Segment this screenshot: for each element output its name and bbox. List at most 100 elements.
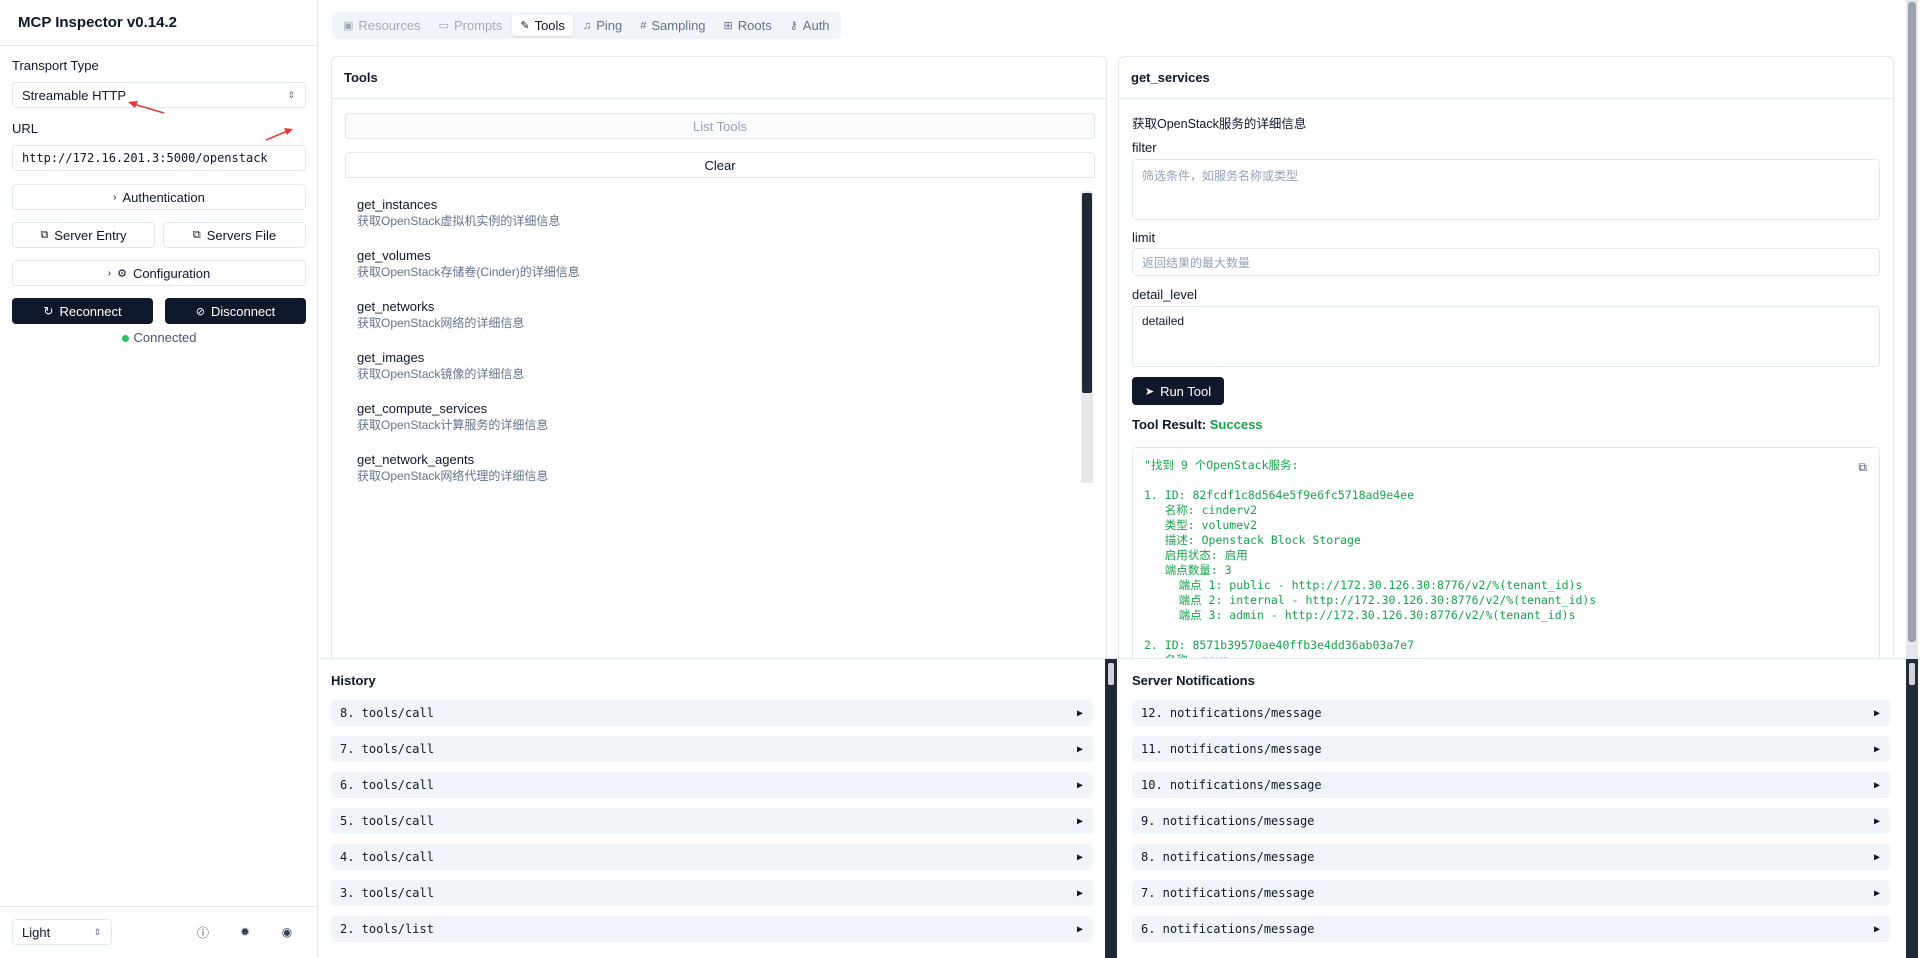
configuration-label: Configuration bbox=[132, 265, 211, 281]
url-label: URL bbox=[12, 121, 39, 136]
chevron-right-icon: › bbox=[107, 267, 112, 279]
detail-level-textarea[interactable]: detailed bbox=[1132, 306, 1880, 367]
authentication-toggle[interactable]: › Authentication bbox=[12, 184, 306, 210]
tool-result-label: Tool Result: bbox=[1132, 417, 1207, 432]
resources-icon: ▣ bbox=[343, 20, 354, 32]
detail-level-label: detail_level bbox=[1132, 287, 1198, 302]
tab-label: Ping bbox=[596, 18, 623, 33]
tab-prompts[interactable]: ▭ Prompts bbox=[431, 15, 511, 36]
tab-label: Resources bbox=[358, 18, 421, 33]
history-item[interactable]: 3. tools/call ▶ bbox=[331, 880, 1093, 906]
tab-roots[interactable]: ⊞ Roots bbox=[716, 15, 780, 36]
prompts-icon: ▭ bbox=[438, 20, 449, 32]
notifications-scrollbar[interactable] bbox=[1906, 659, 1918, 958]
divider-handle[interactable] bbox=[1108, 663, 1114, 685]
server-entry-button[interactable]: ⧉ Server Entry bbox=[12, 222, 155, 248]
help-icon[interactable]: ⓘ bbox=[194, 923, 212, 941]
scrollbar-thumb[interactable] bbox=[1908, 2, 1916, 642]
tool-result-output: "找到 9 个OpenStack服务: 1. ID: 82fcdf1c8d564… bbox=[1132, 447, 1880, 665]
notification-item[interactable]: 12. notifications/message ▶ bbox=[1132, 700, 1890, 726]
tool-name: get_networks bbox=[357, 299, 435, 314]
list-tools-button[interactable]: List Tools bbox=[345, 113, 1095, 139]
expand-arrow-icon: ▶ bbox=[1873, 707, 1880, 719]
gear-icon: ⚙ bbox=[117, 267, 127, 280]
tool-name: get_compute_services bbox=[357, 401, 488, 416]
transport-type-label: Transport Type bbox=[12, 58, 99, 73]
reconnect-label: Reconnect bbox=[59, 303, 122, 319]
run-tool-button[interactable]: ➤ Run Tool bbox=[1132, 377, 1224, 405]
notification-item[interactable]: 11. notifications/message ▶ bbox=[1132, 736, 1890, 762]
history-item[interactable]: 7. tools/call ▶ bbox=[331, 736, 1093, 762]
github-icon[interactable]: ◉ bbox=[278, 923, 296, 941]
tools-icon: ✎ bbox=[520, 20, 530, 32]
tool-list-scrollbar[interactable] bbox=[1081, 191, 1093, 483]
tool-list-item[interactable]: get_network_agents 获取OpenStack网络代理的详细信息 bbox=[345, 446, 1095, 483]
history-item[interactable]: 6. tools/call ▶ bbox=[331, 772, 1093, 798]
filter-placeholder: 筛选条件，如服务名称或类型 bbox=[1142, 169, 1299, 183]
panel-resize-divider[interactable] bbox=[1105, 659, 1117, 958]
history-item[interactable]: 2. tools/list ▶ bbox=[331, 916, 1093, 942]
bug-icon[interactable]: ✹ bbox=[236, 923, 254, 941]
tools-panel-title: Tools bbox=[332, 57, 1106, 99]
expand-arrow-icon: ▶ bbox=[1076, 923, 1083, 935]
tab-sampling[interactable]: # Sampling bbox=[632, 15, 713, 36]
row-label: 6. notifications/message bbox=[1141, 922, 1315, 936]
url-input[interactable]: http://172.16.201.3:5000/openstack bbox=[12, 145, 306, 171]
row-label: 3. tools/call bbox=[340, 886, 434, 900]
tool-list-item[interactable]: get_images 获取OpenStack镜像的详细信息 bbox=[345, 344, 1095, 395]
row-label: 8. notifications/message bbox=[1141, 850, 1315, 864]
copy-icon[interactable]: ⧉ bbox=[1858, 460, 1867, 475]
detail-level-value: detailed bbox=[1142, 314, 1185, 328]
history-title: History bbox=[331, 673, 376, 688]
send-icon: ➤ bbox=[1144, 385, 1155, 398]
notification-item[interactable]: 10. notifications/message ▶ bbox=[1132, 772, 1890, 798]
tool-list-item[interactable]: get_volumes 获取OpenStack存储卷(Cinder)的详细信息 bbox=[345, 242, 1095, 293]
tab-resources[interactable]: ▣ Resources bbox=[335, 15, 429, 36]
history-item[interactable]: 5. tools/call ▶ bbox=[331, 808, 1093, 834]
tool-description: 获取OpenStack存储卷(Cinder)的详细信息 bbox=[357, 265, 580, 279]
tab-label: Tools bbox=[534, 18, 565, 33]
tool-description: 获取OpenStack网络的详细信息 bbox=[357, 316, 525, 330]
scrollbar-handle[interactable] bbox=[1909, 663, 1915, 685]
run-tool-label: Run Tool bbox=[1160, 383, 1212, 399]
limit-input[interactable]: 返回结果的最大数量 bbox=[1132, 248, 1880, 276]
url-value: http://172.16.201.3:5000/openstack bbox=[22, 151, 268, 165]
bottom-panel: History 8. tools/call ▶ 7. tools/call ▶ 6. t… bbox=[319, 658, 1920, 958]
reconnect-button[interactable]: ↻ Reconnect bbox=[12, 298, 153, 324]
disconnect-button[interactable]: ⊘ Disconnect bbox=[165, 298, 306, 324]
tool-name: get_network_agents bbox=[357, 452, 475, 467]
notification-item[interactable]: 9. notifications/message ▶ bbox=[1132, 808, 1890, 834]
tool-description: 获取OpenStack网络代理的详细信息 bbox=[357, 469, 549, 483]
tool-name: get_instances bbox=[357, 197, 438, 212]
filter-textarea[interactable]: 筛选条件，如服务名称或类型 bbox=[1132, 159, 1880, 220]
notification-item[interactable]: 7. notifications/message ▶ bbox=[1132, 880, 1890, 906]
row-label: 7. tools/call bbox=[340, 742, 434, 756]
tab-bar: ▣ Resources ▭ Prompts ✎ Tools ♫ Ping # Sampling ⊞ R… bbox=[332, 12, 841, 39]
tool-name: get_images bbox=[357, 350, 425, 365]
limit-placeholder: 返回结果的最大数量 bbox=[1142, 256, 1251, 270]
tab-tools[interactable]: ✎ Tools bbox=[512, 15, 573, 36]
row-label: 4. tools/call bbox=[340, 850, 434, 864]
chevron-updown-icon: ⇕ bbox=[287, 89, 295, 100]
configuration-toggle[interactable]: › ⚙ Configuration bbox=[12, 260, 306, 286]
tab-ping[interactable]: ♫ Ping bbox=[575, 15, 630, 36]
expand-arrow-icon: ▶ bbox=[1873, 779, 1880, 791]
tab-auth[interactable]: ⚷ Auth bbox=[782, 15, 838, 36]
tool-list-item[interactable]: get_instances 获取OpenStack虚拟机实例的详细信息 bbox=[345, 191, 1095, 242]
history-item[interactable]: 4. tools/call ▶ bbox=[331, 844, 1093, 870]
clear-button[interactable]: Clear bbox=[345, 152, 1095, 178]
expand-arrow-icon: ▶ bbox=[1873, 923, 1880, 935]
theme-select[interactable]: Light ⇕ bbox=[12, 919, 112, 945]
expand-arrow-icon: ▶ bbox=[1873, 815, 1880, 827]
notification-item[interactable]: 8. notifications/message ▶ bbox=[1132, 844, 1890, 870]
status-text: Connected bbox=[133, 330, 197, 345]
page-scrollbar[interactable] bbox=[1906, 0, 1918, 658]
tool-list-item[interactable]: get_networks 获取OpenStack网络的详细信息 bbox=[345, 293, 1095, 344]
tool-list-item[interactable]: get_compute_services 获取OpenStack计算服务的详细信息 bbox=[345, 395, 1095, 446]
sidebar-footer: Light ⇕ ⓘ ✹ ◉ bbox=[0, 906, 318, 958]
scrollbar-thumb[interactable] bbox=[1082, 193, 1092, 393]
row-label: 11. notifications/message bbox=[1141, 742, 1322, 756]
history-item[interactable]: 8. tools/call ▶ bbox=[331, 700, 1093, 726]
notification-item[interactable]: 6. notifications/message ▶ bbox=[1132, 916, 1890, 942]
servers-file-button[interactable]: ⧉ Servers File bbox=[163, 222, 306, 248]
